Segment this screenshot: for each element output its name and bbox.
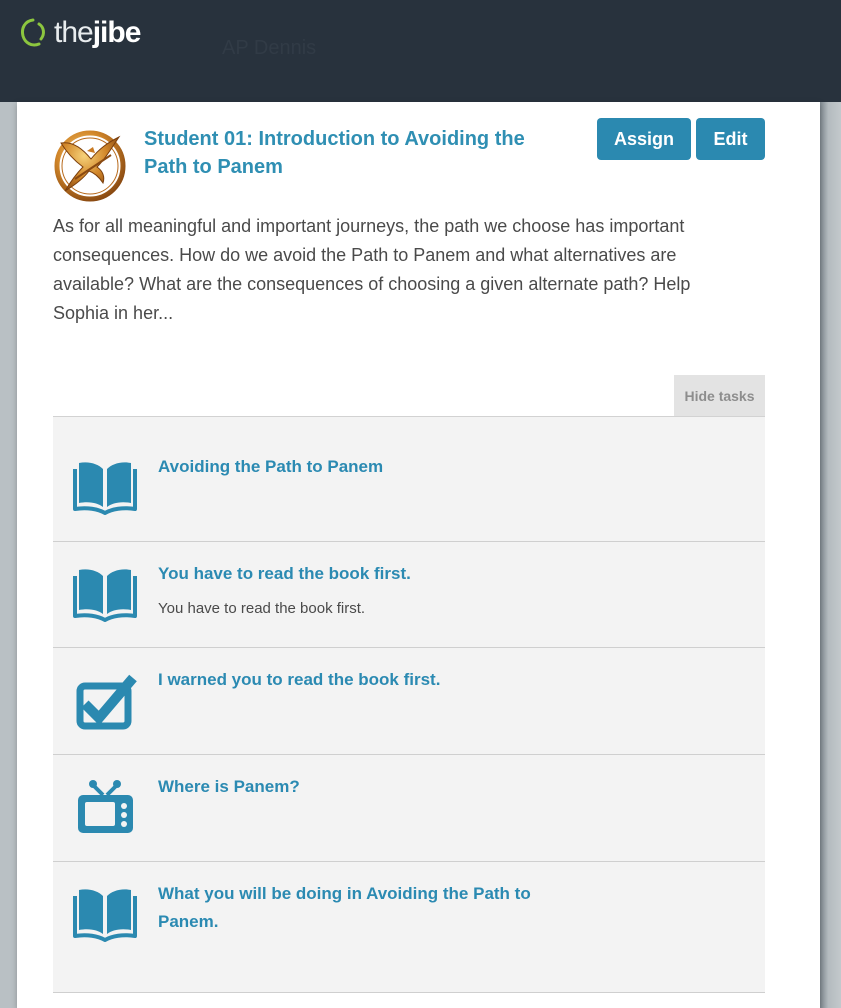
checkbox-icon — [76, 674, 137, 730]
book-icon — [73, 889, 137, 942]
edit-button[interactable]: Edit — [696, 118, 765, 160]
book-icon — [73, 462, 137, 515]
task-title[interactable]: I warned you to read the book first. — [158, 666, 588, 694]
task-item[interactable]: What you will be doing in Avoiding the P… — [53, 862, 765, 993]
task-title[interactable]: Where is Panem? — [158, 773, 588, 801]
task-item[interactable]: Avoiding the Path to Panem — [53, 417, 765, 542]
task-subtitle: You have to read the book first. — [158, 600, 366, 617]
task-item[interactable]: Where is Panem? — [53, 755, 765, 862]
mockingjay-pin-image — [54, 130, 126, 202]
task-title[interactable]: You have to read the book first. — [158, 560, 588, 588]
activity-description: As for all meaningful and important jour… — [53, 216, 691, 323]
activity-card: Student 01: Introduction to Avoiding the… — [17, 102, 820, 1008]
task-list: Avoiding the Path to Panem You have to r… — [53, 416, 765, 993]
page-shadow — [820, 102, 841, 1008]
logo-wordmark: thejibe — [54, 16, 142, 49]
logo-text-light: the — [54, 16, 94, 49]
tv-icon — [78, 780, 133, 833]
activity-title[interactable]: Student 01: Introduction to Avoiding the… — [144, 125, 564, 181]
task-item[interactable]: I warned you to read the book first. — [53, 648, 765, 755]
top-navigation-bar: thejibe AP Dennis — [0, 0, 841, 102]
task-title[interactable]: Avoiding the Path to Panem — [158, 453, 588, 481]
logo-ring-icon — [21, 18, 45, 47]
task-title[interactable]: What you will be doing in Avoiding the P… — [158, 880, 588, 936]
hide-tasks-button[interactable]: Hide tasks — [674, 375, 765, 416]
thejibe-logo[interactable]: thejibe — [20, 16, 142, 49]
task-item[interactable]: You have to read the book first. You hav… — [53, 542, 765, 648]
book-icon — [73, 569, 137, 622]
assign-button[interactable]: Assign — [597, 118, 691, 160]
nav-user-label[interactable]: AP Dennis — [222, 37, 316, 60]
logo-text-bold: jibe — [92, 16, 142, 49]
